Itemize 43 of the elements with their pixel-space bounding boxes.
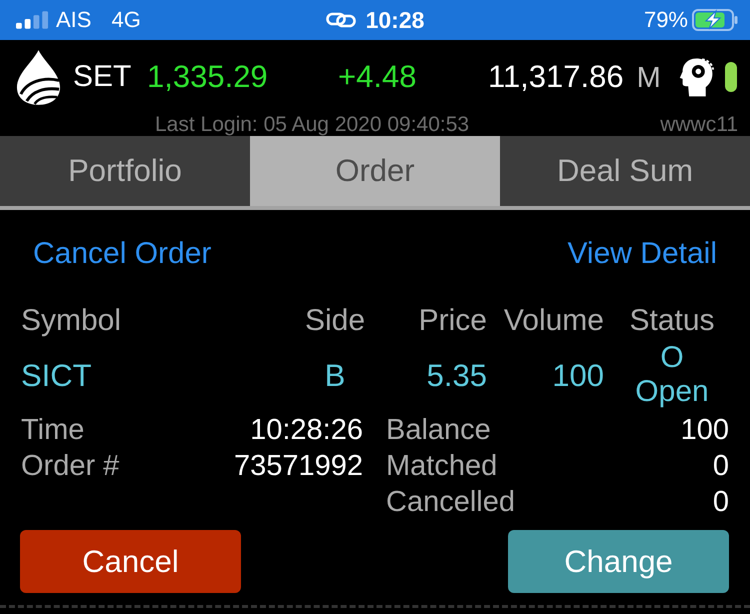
order-price: 5.35 bbox=[426, 358, 487, 394]
logo-icon bbox=[15, 48, 62, 106]
tab[interactable]: Deal Sum bbox=[500, 136, 750, 206]
chain-link-icon bbox=[326, 11, 356, 29]
status-text: Open bbox=[635, 375, 709, 409]
battery-percent: 79% bbox=[644, 7, 688, 33]
order-volume: 100 bbox=[552, 358, 604, 394]
tab[interactable]: Order bbox=[250, 136, 500, 206]
tab[interactable]: Portfolio bbox=[0, 136, 250, 206]
index-change: +4.48 bbox=[338, 59, 418, 95]
cancel-button[interactable]: Cancel bbox=[20, 530, 241, 593]
detail-label: Order # bbox=[21, 449, 120, 484]
order-side: B bbox=[324, 358, 346, 394]
status-code: O bbox=[660, 341, 684, 375]
detail-value: 10:28:26 bbox=[250, 413, 363, 448]
column-header: Status bbox=[629, 303, 715, 339]
column-header: Volume bbox=[504, 303, 604, 339]
link[interactable]: View Detail bbox=[567, 236, 717, 272]
column-header: Side bbox=[304, 303, 366, 339]
signal-icon bbox=[16, 11, 49, 29]
link[interactable]: Cancel Order bbox=[33, 236, 212, 272]
change-button[interactable]: Change bbox=[508, 530, 729, 593]
trade-value: 11,317.86 bbox=[488, 58, 624, 94]
index-value: 1,335.29 bbox=[147, 59, 269, 95]
clock-time: 10:28 bbox=[366, 7, 424, 33]
column-header: Price bbox=[418, 303, 487, 339]
stock-symbol[interactable]: SICT bbox=[21, 358, 92, 394]
detail-value: 0 bbox=[712, 449, 729, 484]
last-login-text: Last Login: 05 Aug 2020 09:40:53 bbox=[155, 114, 470, 136]
column-header: Symbol bbox=[21, 303, 122, 339]
index-name: SET bbox=[73, 59, 132, 95]
network-type: 4G bbox=[111, 7, 141, 33]
detail-label: Balance bbox=[386, 413, 491, 448]
detail-label: Matched bbox=[386, 449, 498, 484]
detail-value: 0 bbox=[712, 485, 729, 520]
head-icon[interactable] bbox=[678, 56, 715, 98]
carrier-name: AIS bbox=[56, 7, 92, 33]
username: wwwc11 bbox=[660, 114, 738, 136]
detail-value: 100 bbox=[680, 413, 729, 448]
detail-label: Cancelled bbox=[386, 485, 515, 520]
detail-label: Time bbox=[21, 413, 84, 448]
detail-value: 73571992 bbox=[234, 449, 363, 484]
value-unit: M bbox=[636, 60, 661, 96]
